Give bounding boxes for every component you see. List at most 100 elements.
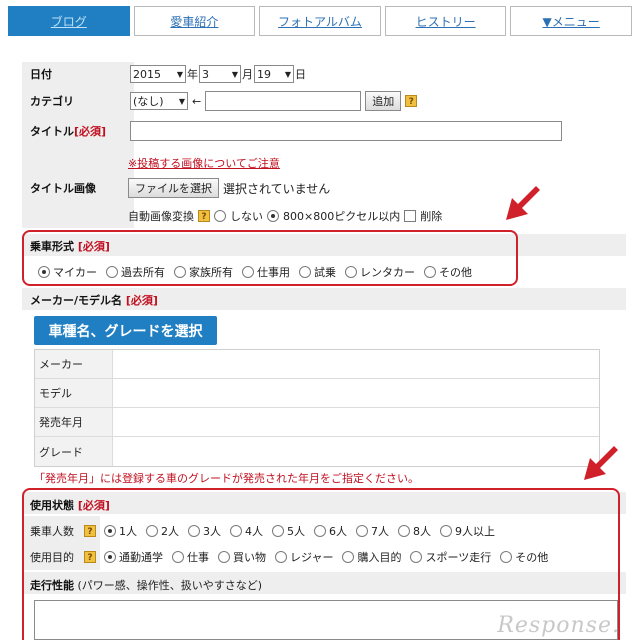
passengers-option[interactable]: 6人 xyxy=(314,523,347,539)
option-label: 4人 xyxy=(245,525,263,538)
year-select[interactable]: 2015 ▼ xyxy=(130,65,186,83)
passengers-option[interactable]: 3人 xyxy=(188,523,221,539)
title-input[interactable] xyxy=(130,121,562,141)
title-label-text: タイトル xyxy=(30,125,74,138)
purpose-option[interactable]: スポーツ走行 xyxy=(410,549,491,565)
radio-button[interactable] xyxy=(345,266,357,278)
ride-type-option[interactable]: 仕事用 xyxy=(242,264,290,280)
image-notice-link[interactable]: ※投稿する画像についてご注意 xyxy=(128,157,280,170)
radio-button[interactable] xyxy=(356,525,368,537)
month-select[interactable]: 3 ▼ xyxy=(199,65,241,83)
file-status: 選択されていません xyxy=(223,181,331,196)
radio-button[interactable] xyxy=(314,525,326,537)
radio-button[interactable] xyxy=(410,551,423,563)
radio-button[interactable] xyxy=(172,551,184,563)
option-label: 1人 xyxy=(119,525,137,538)
radio-button[interactable] xyxy=(218,551,230,563)
add-category-button[interactable]: 追加 xyxy=(365,91,402,111)
purpose-option[interactable]: 購入目的 xyxy=(342,549,401,565)
category-select[interactable]: (なし) ▼ xyxy=(130,92,188,110)
ride-type-label-text: 乗車形式 xyxy=(30,240,74,253)
radio-button[interactable] xyxy=(272,525,284,537)
purpose-option[interactable]: 仕事 xyxy=(172,549,209,565)
purpose-option[interactable]: レジャー xyxy=(275,549,333,565)
day-select[interactable]: 19 ▼ xyxy=(254,65,294,83)
purpose-label: 使用目的 xyxy=(30,551,74,564)
new-category-input[interactable] xyxy=(205,91,362,111)
maker-model-label-text: メーカー/モデル名 xyxy=(30,294,123,307)
purpose-option[interactable]: 通勤通学 xyxy=(104,549,163,565)
passengers-option[interactable]: 5人 xyxy=(272,523,305,539)
radio-button[interactable] xyxy=(398,525,410,537)
radio-button[interactable] xyxy=(342,551,355,563)
help-icon[interactable]: ? xyxy=(84,525,96,537)
day-value: 19 xyxy=(257,67,271,81)
radio-button[interactable] xyxy=(230,525,242,537)
radio-button[interactable] xyxy=(146,525,158,537)
radio-button[interactable] xyxy=(106,266,118,278)
row-value xyxy=(113,437,599,466)
performance-hint: (パワー感、操作性、扱いやすさなど) xyxy=(77,579,263,592)
delete-checkbox[interactable] xyxy=(404,210,417,222)
arrow-left-text: ← xyxy=(192,94,202,108)
select-car-grade-button[interactable]: 車種名、グレードを選択 xyxy=(34,316,217,345)
radio-button[interactable] xyxy=(188,525,200,537)
day-unit: 日 xyxy=(295,68,306,81)
release-date-note: 「発売年月」には登録する車のグレードが発売された年月をご指定ください。 xyxy=(34,472,419,485)
purpose-option[interactable]: 買い物 xyxy=(218,549,266,565)
usage-label-text: 使用状態 xyxy=(30,499,74,512)
option-label: 購入目的 xyxy=(357,551,402,564)
ride-type-option[interactable]: レンタカー xyxy=(345,264,415,280)
help-icon[interactable]: ? xyxy=(84,551,96,563)
option-label: 3人 xyxy=(203,525,221,538)
radio-button[interactable] xyxy=(440,525,452,537)
red-arrow-icon xyxy=(584,446,618,480)
radio-800[interactable] xyxy=(267,210,279,222)
option-label: その他 xyxy=(439,266,472,279)
passengers-option[interactable]: 1人 xyxy=(104,523,137,539)
top-nav: ブログ 愛車紹介 フォトアルバム ヒストリー ▼メニュー xyxy=(8,6,632,36)
performance-label-row: 走行性能 (パワー感、操作性、扱いやすさなど) xyxy=(30,577,262,593)
radio-button[interactable] xyxy=(38,266,50,278)
radio-button[interactable] xyxy=(275,551,287,563)
option-label: 過去所有 xyxy=(121,266,165,279)
date-row: 日付 2015 ▼ 年 3 ▼ 月 19 ▼ 日 xyxy=(30,64,620,84)
option-label: 試乗 xyxy=(314,266,336,279)
radio-button[interactable] xyxy=(299,266,311,278)
radio-button[interactable] xyxy=(500,551,513,563)
required-badge: [必須] xyxy=(77,240,110,253)
radio-button[interactable] xyxy=(174,266,186,278)
passengers-option[interactable]: 8人 xyxy=(398,523,431,539)
auto-convert-row: 自動画像変換 ? しない 800×800ピクセル以内 削除 xyxy=(128,208,442,224)
radio-button[interactable] xyxy=(424,266,436,278)
tab-my-car[interactable]: 愛車紹介 xyxy=(133,6,256,36)
tab-blog[interactable]: ブログ xyxy=(8,6,130,36)
tab-menu[interactable]: ▼メニュー xyxy=(510,6,632,36)
ride-type-label: 乗車形式 [必須] xyxy=(30,238,110,254)
ride-type-option[interactable]: 過去所有 xyxy=(106,264,165,280)
purpose-row: 使用目的 ? 通勤通学 仕事 買い物 レジャー 購入目的 スポーツ走行 その他 xyxy=(30,549,557,565)
option-label: マイカー xyxy=(53,266,97,279)
passengers-option[interactable]: 2人 xyxy=(146,523,179,539)
option-label: スポーツ走行 xyxy=(425,551,492,564)
purpose-option[interactable]: その他 xyxy=(500,549,548,565)
passengers-option[interactable]: 4人 xyxy=(230,523,263,539)
passengers-option[interactable]: 9人以上 xyxy=(440,523,495,539)
ride-type-option[interactable]: マイカー xyxy=(38,264,97,280)
ride-type-option[interactable]: 試乗 xyxy=(299,264,336,280)
choose-file-button[interactable]: ファイルを選択 xyxy=(128,178,219,198)
radio-button[interactable] xyxy=(104,551,116,563)
help-icon[interactable]: ? xyxy=(405,95,418,107)
radio-button[interactable] xyxy=(104,525,116,537)
chevron-down-icon: ▼ xyxy=(284,69,291,79)
tab-photo-album[interactable]: フォトアルバム xyxy=(259,6,381,36)
radio-button[interactable] xyxy=(242,266,254,278)
tab-history[interactable]: ヒストリー xyxy=(384,6,507,36)
table-row: モデル xyxy=(35,379,599,408)
help-icon[interactable]: ? xyxy=(198,210,210,222)
ride-type-option[interactable]: 家族所有 xyxy=(174,264,233,280)
passengers-option[interactable]: 7人 xyxy=(356,523,389,539)
ride-type-option[interactable]: その他 xyxy=(424,264,472,280)
radio-none[interactable] xyxy=(214,210,226,222)
table-row: 発売年月 xyxy=(35,408,599,437)
